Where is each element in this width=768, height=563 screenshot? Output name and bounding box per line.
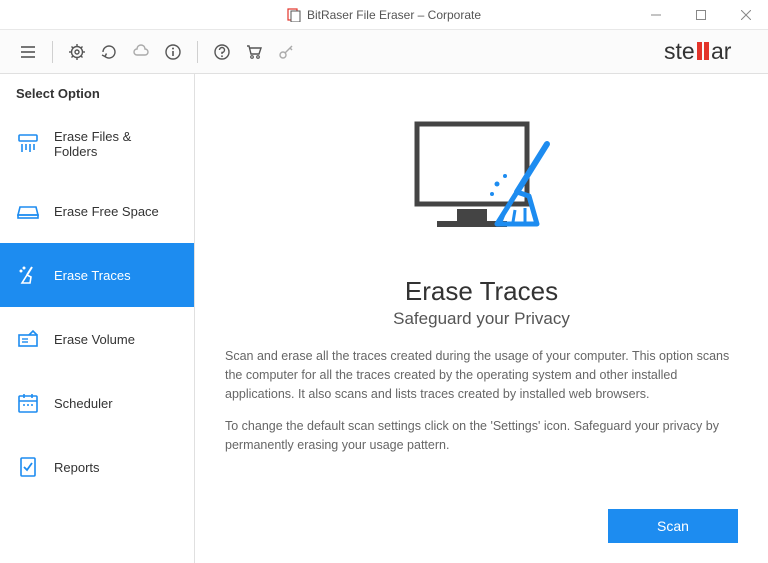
menu-icon[interactable] xyxy=(14,38,42,66)
sidebar-item-reports[interactable]: Reports xyxy=(0,435,194,499)
maximize-button[interactable] xyxy=(678,0,723,29)
settings-icon[interactable] xyxy=(63,38,91,66)
page-subtitle: Safeguard your Privacy xyxy=(393,309,570,329)
sidebar-item-erase-files[interactable]: Erase Files & Folders xyxy=(0,109,194,179)
sidebar-item-label: Reports xyxy=(54,460,100,475)
close-button[interactable] xyxy=(723,0,768,29)
app-icon xyxy=(287,8,301,22)
sidebar-item-label: Erase Free Space xyxy=(54,204,159,219)
sidebar-header: Select Option xyxy=(0,86,194,109)
svg-text:ste: ste xyxy=(664,39,695,64)
drive-icon xyxy=(16,199,40,223)
page-title: Erase Traces xyxy=(405,276,558,307)
sidebar: Select Option Erase Files & Folders Eras… xyxy=(0,74,195,563)
info-icon[interactable] xyxy=(159,38,187,66)
window-title: BitRaser File Eraser – Corporate xyxy=(307,8,481,22)
toolbar: ste ar xyxy=(0,30,768,74)
sidebar-item-label: Erase Traces xyxy=(54,268,131,283)
sidebar-item-label: Erase Files & Folders xyxy=(54,129,178,159)
minimize-button[interactable] xyxy=(633,0,678,29)
toolbar-separator xyxy=(197,41,198,63)
brand-logo: ste ar xyxy=(664,39,754,65)
calendar-icon xyxy=(16,391,40,415)
volume-icon xyxy=(16,327,40,351)
description-paragraph-2: To change the default scan settings clic… xyxy=(225,417,738,455)
sidebar-item-scheduler[interactable]: Scheduler xyxy=(0,371,194,435)
sidebar-item-label: Erase Volume xyxy=(54,332,135,347)
refresh-icon[interactable] xyxy=(95,38,123,66)
key-icon[interactable] xyxy=(272,38,300,66)
window-controls xyxy=(633,0,768,29)
cart-icon[interactable] xyxy=(240,38,268,66)
toolbar-separator xyxy=(52,41,53,63)
content-panel: Erase Traces Safeguard your Privacy Scan… xyxy=(195,74,768,563)
help-icon[interactable] xyxy=(208,38,236,66)
sidebar-item-label: Scheduler xyxy=(54,396,113,411)
hero-section: Erase Traces Safeguard your Privacy xyxy=(225,114,738,347)
scan-button[interactable]: Scan xyxy=(608,509,738,543)
titlebar: BitRaser File Eraser – Corporate xyxy=(0,0,768,30)
cloud-sync-icon[interactable] xyxy=(127,38,155,66)
description-paragraph-1: Scan and erase all the traces created du… xyxy=(225,347,738,403)
shredder-icon xyxy=(16,132,40,156)
sidebar-item-erase-volume[interactable]: Erase Volume xyxy=(0,307,194,371)
report-icon xyxy=(16,455,40,479)
hero-monitor-broom-icon xyxy=(397,114,567,254)
sidebar-item-erase-traces[interactable]: Erase Traces xyxy=(0,243,194,307)
svg-text:ar: ar xyxy=(711,39,732,64)
sidebar-item-erase-free-space[interactable]: Erase Free Space xyxy=(0,179,194,243)
broom-icon xyxy=(16,263,40,287)
main-area: Select Option Erase Files & Folders Eras… xyxy=(0,74,768,563)
